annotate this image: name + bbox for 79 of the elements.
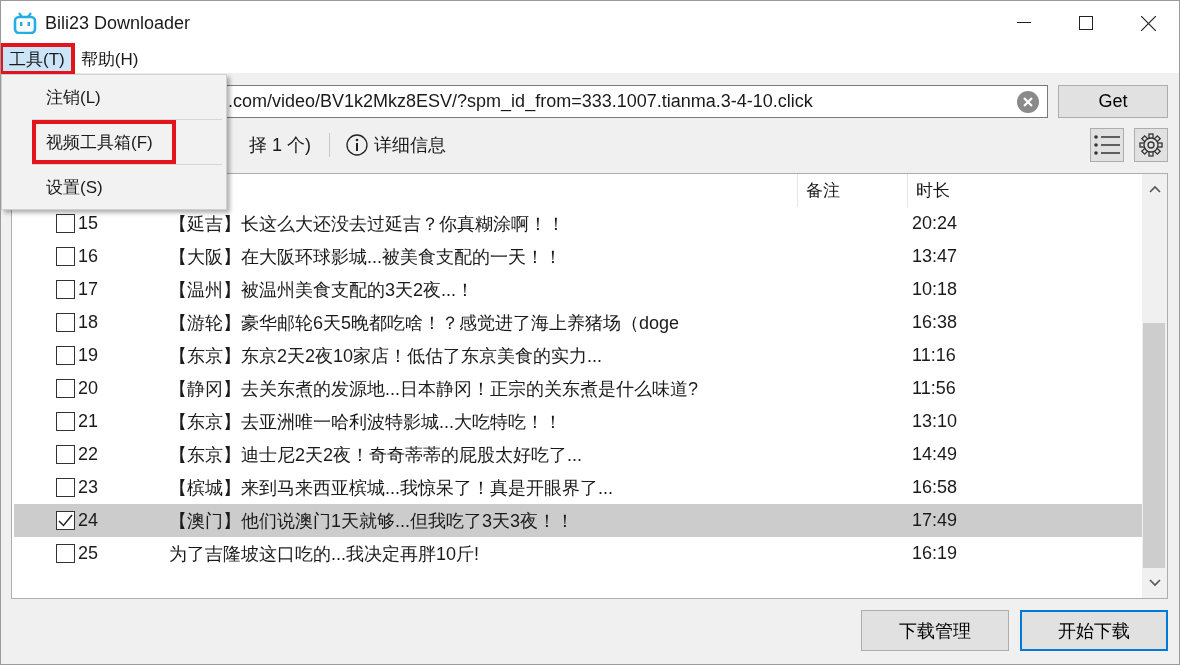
duration: 17:49 bbox=[911, 510, 959, 531]
info-button[interactable]: 详细信息 bbox=[346, 133, 446, 157]
app-logo-icon bbox=[13, 12, 37, 34]
scroll-down-icon[interactable] bbox=[1148, 579, 1161, 587]
table-row[interactable]: 20 【静冈】去关东煮的发源地...日本静冈！正宗的关东煮是什么味道? 11:56 bbox=[14, 372, 1142, 405]
table-row[interactable]: 19 【东京】东京2天2夜10家店！低估了东京美食的实力... 11:16 bbox=[14, 339, 1142, 372]
table-row[interactable]: 23 【槟城】来到马来西亚槟城...我惊呆了！真是开眼界了... 16:58 bbox=[14, 471, 1142, 504]
menu-item[interactable]: 视频工具箱(F) bbox=[34, 122, 174, 162]
checkbox[interactable] bbox=[56, 412, 75, 431]
table-row[interactable]: 22 【东京】迪士尼2天2夜！奇奇蒂蒂的屁股太好吃了... 14:49 bbox=[14, 438, 1142, 471]
get-button[interactable]: Get bbox=[1058, 85, 1168, 118]
checkbox[interactable] bbox=[56, 313, 75, 332]
video-title: 【东京】去亚洲唯一哈利波特影城...大吃特吃！！ bbox=[169, 410, 563, 434]
video-title: 【槟城】来到马来西亚槟城...我惊呆了！真是开眼界了... bbox=[169, 476, 614, 500]
menu-item[interactable]: 设置(S) bbox=[2, 167, 226, 207]
table-row[interactable]: 15 【延吉】长这么大还没去过延吉？你真糊涂啊！！ 20:24 bbox=[14, 207, 1142, 240]
video-title: 【澳门】他们说澳门1天就够...但我吃了3天3夜！！ bbox=[169, 509, 576, 533]
row-number: 16 bbox=[78, 246, 99, 267]
video-title: 【延吉】长这么大还没去过延吉？你真糊涂啊！！ bbox=[169, 212, 566, 236]
table-row[interactable]: 17 【温州】被温州美食支配的3天2夜...！ 10:18 bbox=[14, 273, 1142, 306]
duration: 11:56 bbox=[911, 378, 957, 399]
duration: 16:38 bbox=[911, 312, 959, 333]
settings-icon bbox=[1139, 133, 1163, 157]
duration: 16:19 bbox=[911, 543, 959, 564]
checkbox[interactable] bbox=[56, 511, 75, 530]
row-number: 18 bbox=[78, 312, 99, 333]
duration: 13:47 bbox=[911, 246, 959, 267]
video-title: 【温州】被温州美食支配的3天2夜...！ bbox=[169, 278, 476, 302]
menu-item[interactable]: 帮助(H) bbox=[72, 45, 147, 73]
table-row[interactable]: 24 【澳门】他们说澳门1天就够...但我吃了3天3夜！！ 17:49 bbox=[14, 504, 1142, 537]
row-number: 19 bbox=[78, 345, 99, 366]
row-number: 23 bbox=[78, 477, 99, 498]
table-row[interactable]: 18 【游轮】豪华邮轮6天5晚都吃啥！？感觉进了海上养猪场（doge 16:38 bbox=[14, 306, 1142, 339]
table-row[interactable]: 25 为了吉隆坡这口吃的...我决定再胖10斤! 16:19 bbox=[14, 537, 1142, 570]
info-icon bbox=[346, 134, 368, 156]
checkbox[interactable] bbox=[56, 379, 75, 398]
row-number: 20 bbox=[78, 378, 99, 399]
row-number: 15 bbox=[78, 213, 99, 234]
menu-item[interactable]: 工具(T) bbox=[1, 45, 73, 73]
table-row[interactable]: 21 【东京】去亚洲唯一哈利波特影城...大吃特吃！！ 13:10 bbox=[14, 405, 1142, 438]
row-number: 25 bbox=[78, 543, 99, 564]
checkbox[interactable] bbox=[56, 478, 75, 497]
settings-button[interactable] bbox=[1134, 128, 1168, 162]
table-row[interactable]: 16 【大阪】在大阪环球影城...被美食支配的一天！！ 13:47 bbox=[14, 240, 1142, 273]
video-title: 为了吉隆坡这口吃的...我决定再胖10斤! bbox=[169, 542, 481, 566]
duration: 13:10 bbox=[911, 411, 959, 432]
checkbox[interactable] bbox=[56, 544, 75, 563]
download-manager-button[interactable]: 下载管理 bbox=[861, 610, 1009, 651]
duration: 11:16 bbox=[911, 345, 957, 366]
minimize-icon[interactable] bbox=[1017, 22, 1031, 24]
checkbox[interactable] bbox=[56, 346, 75, 365]
row-number: 22 bbox=[78, 444, 99, 465]
video-title: 【东京】东京2天2夜10家店！低估了东京美食的实力... bbox=[169, 344, 604, 368]
checkbox[interactable] bbox=[56, 214, 75, 233]
checkbox[interactable] bbox=[56, 280, 75, 299]
scroll-up-icon[interactable] bbox=[1148, 185, 1161, 193]
clear-icon[interactable] bbox=[1017, 90, 1039, 113]
video-title: 【东京】迪士尼2天2夜！奇奇蒂蒂的屁股太好吃了... bbox=[169, 443, 584, 467]
list-icon bbox=[1094, 135, 1120, 155]
window-title: Bili23 Downloader bbox=[45, 12, 192, 34]
duration: 16:58 bbox=[911, 477, 959, 498]
close-icon[interactable] bbox=[1140, 15, 1156, 31]
video-title: 【静冈】去关东煮的发源地...日本静冈！正宗的关东煮是什么味道? bbox=[169, 377, 699, 401]
start-download-button[interactable]: 开始下载 bbox=[1020, 610, 1168, 651]
scrollbar[interactable] bbox=[1142, 174, 1167, 598]
checkbox[interactable] bbox=[56, 445, 75, 464]
list-view-button[interactable] bbox=[1090, 128, 1124, 162]
row-number: 21 bbox=[78, 411, 99, 432]
checkbox[interactable] bbox=[56, 247, 75, 266]
maximize-icon[interactable] bbox=[1079, 16, 1093, 30]
duration: 14:49 bbox=[911, 444, 959, 465]
selection-count: 择 1 个) bbox=[249, 134, 311, 157]
column-header[interactable]: 备注 bbox=[797, 174, 907, 207]
duration: 10:18 bbox=[911, 279, 959, 300]
row-number: 17 bbox=[78, 279, 99, 300]
video-title: 【大阪】在大阪环球影城...被美食支配的一天！！ bbox=[169, 245, 563, 269]
row-number: 24 bbox=[78, 510, 99, 531]
video-title: 【游轮】豪华邮轮6天5晚都吃啥！？感觉进了海上养猪场（doge bbox=[169, 311, 681, 335]
duration: 20:24 bbox=[911, 213, 959, 234]
